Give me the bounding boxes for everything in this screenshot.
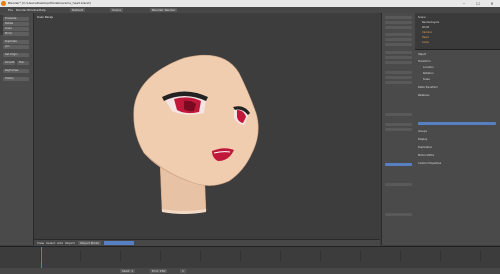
- timeline-tick: [320, 250, 321, 262]
- menu-help[interactable]: Help: [39, 8, 46, 12]
- prop-delta-transform[interactable]: Delta Transform: [418, 86, 438, 89]
- set-origin-button[interactable]: Set Origin: [3, 53, 29, 57]
- dimensions-field[interactable]: [385, 71, 412, 74]
- menu-add[interactable]: Add: [57, 241, 63, 245]
- prop-scale: Scale: [423, 78, 430, 81]
- window-title: Blender* [C:\Users\Desktop\Models\anime_…: [8, 1, 91, 5]
- view-lens-field[interactable]: [385, 113, 412, 116]
- timeline-tick: [120, 250, 121, 262]
- smooth-button[interactable]: Smooth: [3, 61, 15, 65]
- prop-relations[interactable]: Relations: [418, 94, 429, 97]
- menu-select[interactable]: Select: [46, 241, 55, 245]
- outliner: Scene RenderLayers World Camera Head Lam…: [415, 13, 500, 50]
- prop-display[interactable]: Display: [418, 138, 427, 141]
- timeline-tick: [440, 250, 441, 262]
- start-frame-field[interactable]: Start: 1: [120, 269, 136, 273]
- rotation-z-field[interactable]: [385, 43, 412, 46]
- head-model[interactable]: [34, 13, 380, 239]
- outliner-item-camera[interactable]: Camera: [422, 31, 432, 34]
- render-engine-selector[interactable]: Blender Render: [150, 8, 178, 12]
- timeline-tick: [240, 250, 241, 262]
- prop-motion-paths[interactable]: Motion Paths: [418, 154, 434, 157]
- playhead[interactable]: [41, 247, 42, 269]
- timeline-tick: [480, 250, 481, 262]
- timeline-tick: [80, 250, 81, 262]
- menu-window[interactable]: Window: [27, 8, 39, 12]
- title-bar: Blender* [C:\Users\Desktop\Models\anime_…: [0, 0, 500, 7]
- scene-selector[interactable]: Scene: [110, 8, 124, 12]
- timeline-header: Start: 1 End: 250 1: [0, 268, 500, 274]
- menu-file[interactable]: File: [8, 8, 13, 12]
- history-button[interactable]: History: [3, 77, 29, 81]
- timeline-tick: [200, 250, 201, 262]
- minimize-button[interactable]: –: [457, 0, 471, 7]
- current-frame-field[interactable]: 1: [180, 269, 186, 273]
- properties-editor: Object Transform Location Rotation Scale…: [415, 50, 500, 245]
- timeline-tick: [360, 250, 361, 262]
- location-z-field[interactable]: [385, 26, 412, 29]
- prop-groups[interactable]: Groups: [418, 130, 427, 133]
- scale-button[interactable]: Scale: [3, 27, 29, 31]
- mirror-button[interactable]: Mirror: [3, 32, 29, 36]
- timeline[interactable]: [0, 246, 500, 269]
- end-frame-field[interactable]: End: 250: [150, 269, 168, 273]
- rotation-y-field[interactable]: [385, 38, 412, 41]
- clip-start-field[interactable]: [385, 123, 412, 126]
- location-x-field[interactable]: [385, 16, 412, 19]
- rotate-button[interactable]: Rotate: [3, 22, 29, 26]
- close-button[interactable]: ✕: [485, 0, 499, 7]
- prop-object[interactable]: Object: [418, 53, 426, 56]
- clip-end-field[interactable]: [385, 128, 412, 131]
- shading-field[interactable]: [385, 183, 412, 186]
- location-y-field[interactable]: [385, 21, 412, 24]
- prop-rotation: Rotation: [423, 72, 434, 75]
- rotation-x-field[interactable]: [385, 33, 412, 36]
- outliner-item-scene[interactable]: Scene: [418, 16, 426, 19]
- timeline-tick: [160, 250, 161, 262]
- menu-object[interactable]: Object: [65, 241, 75, 245]
- maximize-button[interactable]: ☐: [471, 0, 485, 7]
- dimensions-field[interactable]: [385, 81, 412, 84]
- scale-y-field[interactable]: [385, 56, 412, 59]
- scale-x-field[interactable]: [385, 51, 412, 54]
- outliner-item-world[interactable]: World: [422, 26, 429, 29]
- outliner-item-lamp[interactable]: Lamp: [422, 41, 429, 44]
- keyframes-button[interactable]: Keyframes: [3, 69, 29, 73]
- translate-button[interactable]: Translate: [3, 17, 29, 21]
- timeline-tick: [400, 250, 401, 262]
- layout-selector[interactable]: Default: [70, 8, 85, 12]
- background-images-field[interactable]: [385, 213, 412, 216]
- dimensions-field[interactable]: [385, 76, 412, 79]
- join-button[interactable]: Join: [3, 45, 29, 49]
- prop-custom-properties[interactable]: Custom Properties: [418, 162, 441, 165]
- blender-logo-icon: [1, 1, 6, 6]
- prop-duplication[interactable]: Duplication: [418, 146, 432, 149]
- mode-selector[interactable]: Object Mode: [78, 241, 101, 245]
- tool-shelf: Translate Rotate Scale Mirror Duplicate …: [0, 13, 34, 245]
- 3d-viewport[interactable]: User Persp (1) Head: [34, 13, 380, 245]
- display-toggle[interactable]: [385, 163, 412, 166]
- properties-region: [381, 13, 415, 245]
- prop-location: Location: [423, 66, 434, 69]
- timeline-tick: [280, 250, 281, 262]
- menu-render[interactable]: Render: [16, 8, 27, 12]
- active-tab[interactable]: [418, 122, 496, 125]
- pivot-buttons[interactable]: [104, 241, 134, 245]
- outliner-item-head[interactable]: Head: [422, 36, 429, 39]
- scale-z-field[interactable]: [385, 61, 412, 64]
- prop-transform[interactable]: Transform: [418, 60, 430, 63]
- menu-view[interactable]: View: [37, 241, 44, 245]
- duplicate-button[interactable]: Duplicate: [3, 40, 29, 44]
- outliner-item-renderlayers[interactable]: RenderLayers: [422, 21, 439, 24]
- 3d-view-header: View Select Add Object Object Mode: [34, 239, 380, 246]
- flat-button[interactable]: Flat: [17, 61, 29, 65]
